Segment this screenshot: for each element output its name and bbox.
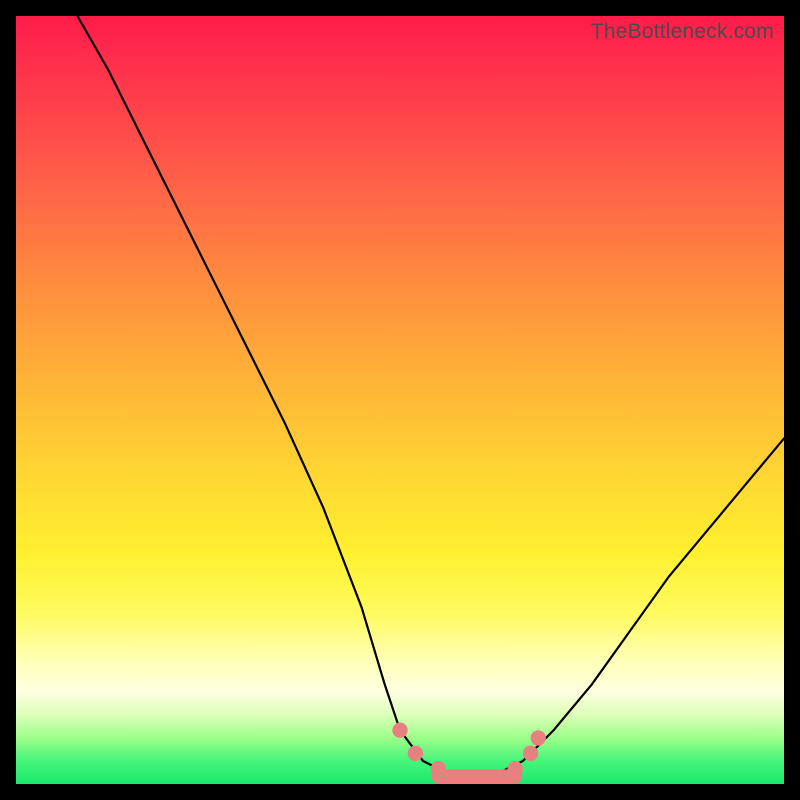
plot-area: TheBottleneck.com <box>16 16 784 784</box>
bottleneck-curve <box>77 16 784 776</box>
marker-bead <box>508 761 523 776</box>
optimal-range-markers <box>392 723 546 777</box>
marker-bead <box>408 746 423 761</box>
marker-bead <box>531 730 546 745</box>
marker-bead <box>392 723 407 738</box>
marker-bead <box>431 761 446 776</box>
chart-svg <box>16 16 784 784</box>
marker-bead <box>523 746 538 761</box>
outer-frame: TheBottleneck.com <box>0 0 800 800</box>
